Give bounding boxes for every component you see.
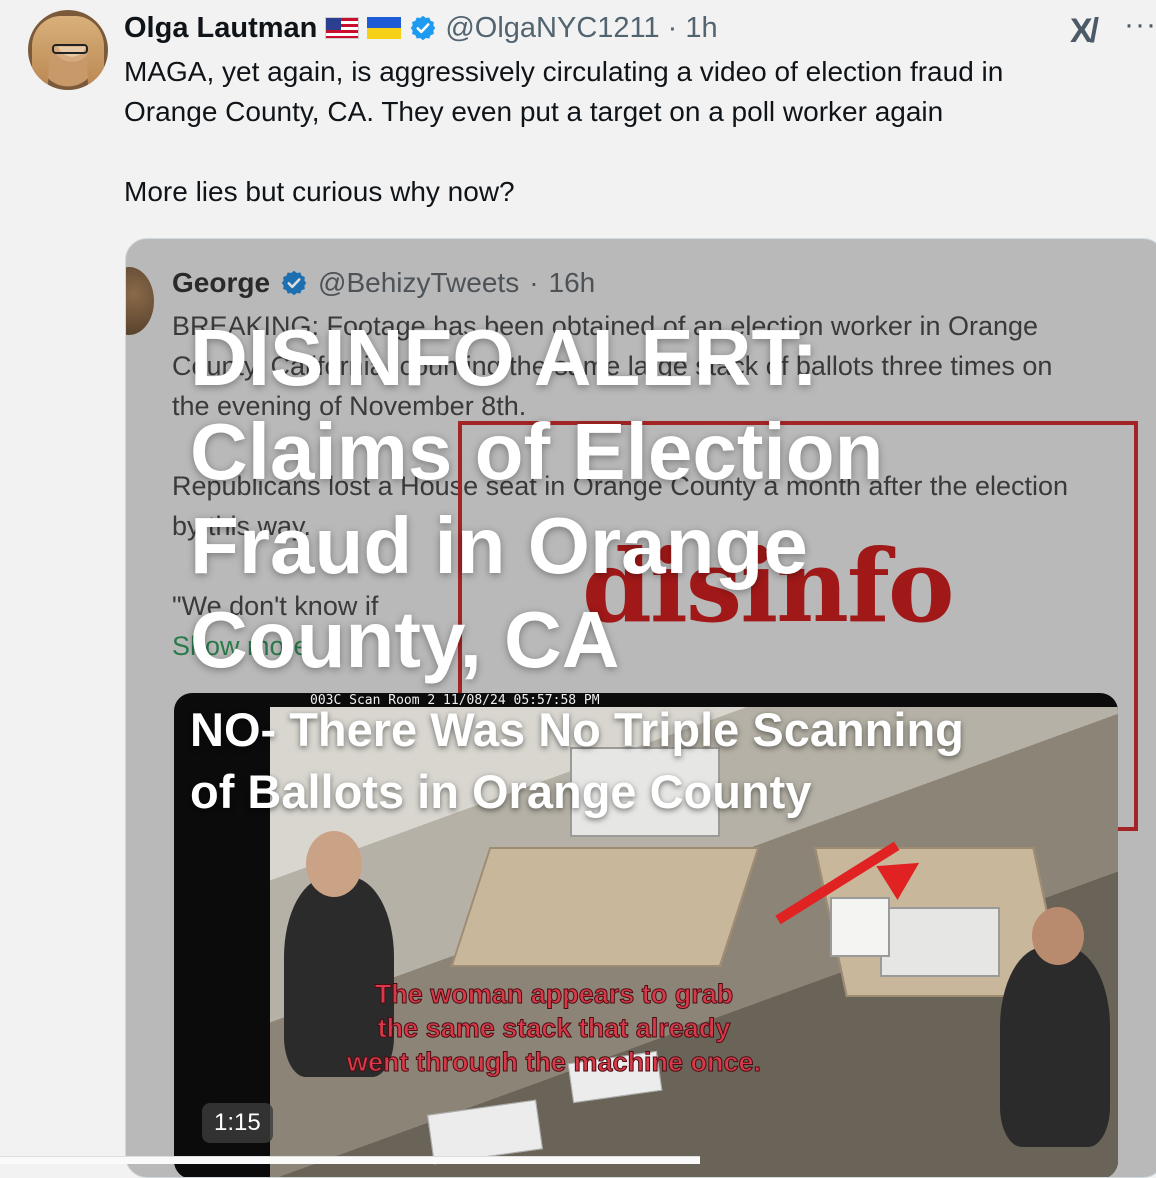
video-duration-badge: 1:15 — [202, 1103, 273, 1143]
caption-line: the same stack that already — [377, 1013, 731, 1044]
post-age[interactable]: 1h — [685, 12, 717, 45]
horizontal-scrollbar[interactable] — [0, 1156, 700, 1164]
quoted-author-avatar — [126, 267, 154, 335]
scanner-machine — [880, 907, 1000, 977]
poll-worker-head — [1032, 907, 1084, 965]
caption-line: went through the machine once. — [346, 1047, 762, 1078]
more-options-icon[interactable]: ··· — [1124, 8, 1156, 42]
quoted-handle: @BehizyTweets — [318, 267, 520, 298]
attached-image[interactable]: George @BehizyTweets · 16h BREAKING: Foo… — [125, 238, 1156, 1178]
verified-badge-icon — [281, 270, 307, 296]
poll-worker — [1000, 947, 1110, 1147]
tweet: Olga Lautman @OlgaNYC1211 · 1h X/ ··· MA… — [0, 0, 1156, 1178]
caption-line: The woman appears to grab — [374, 979, 734, 1010]
quoted-author-name: George — [172, 267, 271, 298]
tweet-text-line: Orange County, CA. They even put a targe… — [124, 96, 944, 127]
quoted-separator: · — [529, 267, 539, 298]
overlay-title-line: DISINFO ALERT: — [190, 313, 819, 402]
tweet-header: Olga Lautman @OlgaNYC1211 · 1h — [124, 10, 718, 46]
x-logo-icon[interactable]: X/ — [1070, 12, 1099, 51]
ukraine-flag-icon — [367, 17, 402, 39]
tweet-text-line: More lies but curious why now? — [124, 176, 515, 207]
overlay-title-line: Claims of Election — [190, 407, 884, 496]
author-avatar[interactable] — [28, 10, 108, 90]
header-separator: · — [667, 11, 678, 44]
verified-badge-icon — [411, 15, 436, 41]
overlay-subtitle-line: of Ballots in Orange County — [190, 765, 812, 818]
avatar-glasses — [52, 44, 88, 54]
ballot-stack — [830, 897, 890, 957]
quoted-age: 16h — [548, 267, 596, 298]
video-caption: The woman appears to grab the same stack… — [294, 977, 814, 1079]
disinfo-alert-title: DISINFO ALERT: Claims of Election Fraud … — [190, 311, 883, 687]
tweet-text-line: MAGA, yet again, is aggressively circula… — [124, 56, 1004, 87]
author-name[interactable]: Olga Lautman — [124, 12, 317, 45]
poll-worker-head — [306, 831, 362, 897]
tweet-text: MAGA, yet again, is aggressively circula… — [124, 52, 1124, 212]
author-handle[interactable]: @OlgaNYC1211 — [445, 12, 659, 45]
overlay-title-line: Fraud in Orange — [190, 501, 808, 590]
quoted-header: George @BehizyTweets · 16h — [172, 267, 595, 299]
us-flag-icon — [325, 17, 360, 39]
disinfo-alert-subtitle: NO- There Was No Triple Scanning of Ball… — [190, 699, 964, 823]
floor-papers — [427, 1099, 543, 1165]
desk — [450, 847, 760, 967]
overlay-subtitle-line: NO- There Was No Triple Scanning — [190, 703, 964, 756]
overlay-title-line: County, CA — [190, 595, 620, 684]
